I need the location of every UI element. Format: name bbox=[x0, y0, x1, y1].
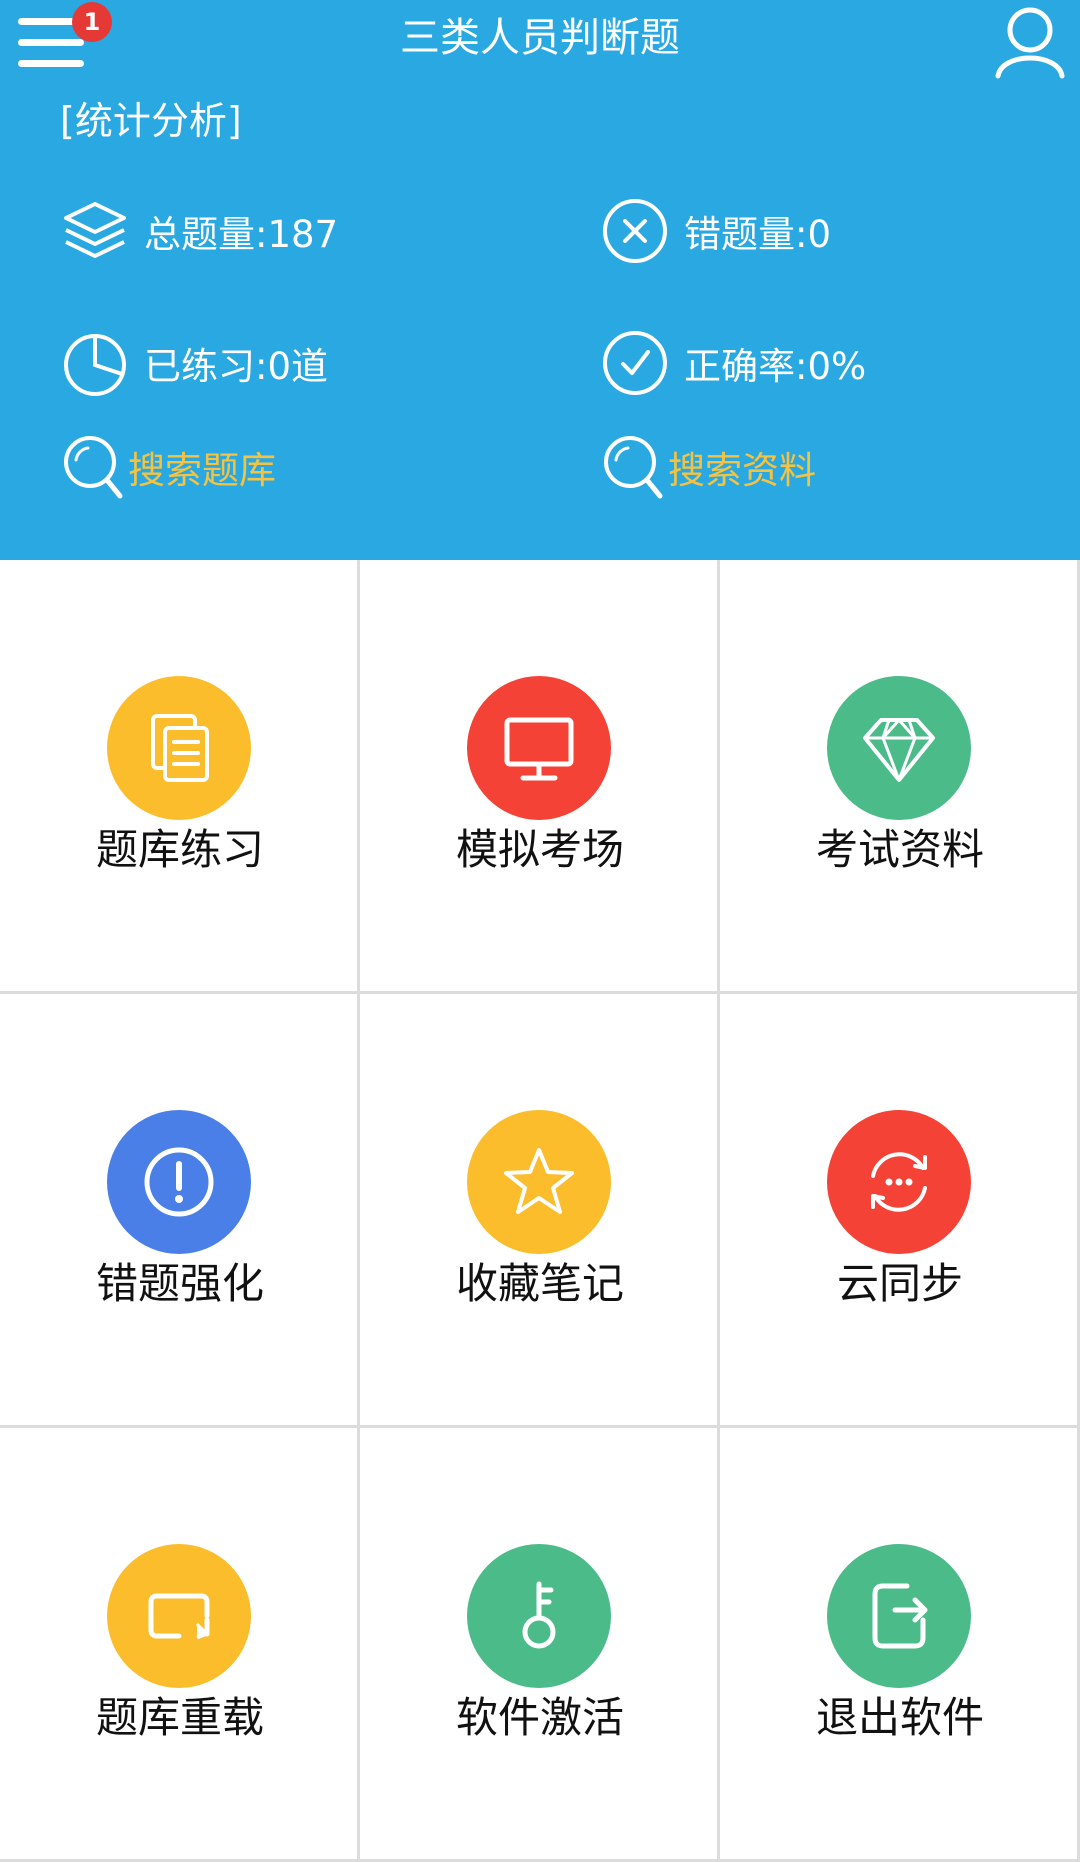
question-practice-icon-bg bbox=[107, 676, 251, 820]
search-question-bank-link[interactable]: 搜索题库 bbox=[60, 432, 276, 502]
reload-bank-icon-bg bbox=[107, 1544, 251, 1688]
search-icon bbox=[604, 436, 663, 499]
search-icon bbox=[64, 436, 123, 499]
stat-wrong-text: 错题量:0 bbox=[684, 213, 832, 256]
exit-software-label: 退出软件 bbox=[815, 1693, 984, 1742]
favorites-notes-label: 收藏笔记 bbox=[455, 1259, 624, 1308]
diamond-icon bbox=[863, 718, 935, 782]
star-icon bbox=[504, 1148, 574, 1214]
grid-item-wrong-questions[interactable]: 错题强化 bbox=[0, 994, 360, 1428]
grid-item-activate-software[interactable]: 软件激活 bbox=[360, 1428, 720, 1862]
grid-item-mock-exam[interactable]: 模拟考场 bbox=[360, 560, 720, 994]
exit-icon bbox=[872, 1583, 928, 1649]
stats-section-label: [统计分析] bbox=[60, 99, 242, 143]
wrong-questions-label: 错题强化 bbox=[95, 1259, 264, 1308]
exit-software-icon-bg bbox=[827, 1544, 971, 1688]
grid-item-exit-software[interactable]: 退出软件 bbox=[720, 1428, 1080, 1862]
sync-icon bbox=[871, 1152, 927, 1212]
stat-accuracy-text: 正确率:0% bbox=[684, 345, 867, 388]
stat-practiced-text: 已练习:0道 bbox=[144, 345, 329, 388]
monitor-icon bbox=[504, 717, 574, 781]
feature-grid: 题库练习 模拟考场 考试资料 错题强化 收藏笔记 云同步 题库重载 软件激活 退… bbox=[0, 560, 1080, 1862]
key-icon bbox=[522, 1581, 556, 1649]
check-circle-icon bbox=[603, 331, 667, 395]
grid-item-favorites-notes[interactable]: 收藏笔记 bbox=[360, 994, 720, 1428]
stat-wrong: 错题量:0 bbox=[600, 196, 831, 266]
page-title: 三类人员判断题 bbox=[400, 15, 680, 61]
header-panel: 1 三类人员判断题 [统计分析] 总题量:187 错题量:0 已练习:0道 正确… bbox=[0, 0, 1080, 560]
reload-icon bbox=[148, 1593, 210, 1640]
close-circle-icon bbox=[603, 199, 667, 263]
wrong-questions-icon-bg bbox=[107, 1110, 251, 1254]
favorites-notes-icon-bg bbox=[467, 1110, 611, 1254]
stat-total-text: 总题量:187 bbox=[144, 213, 339, 256]
exam-materials-label: 考试资料 bbox=[815, 825, 984, 874]
activate-software-icon-bg bbox=[467, 1544, 611, 1688]
stat-total: 总题量:187 bbox=[60, 196, 338, 266]
grid-item-reload-bank[interactable]: 题库重载 bbox=[0, 1428, 360, 1862]
exam-materials-icon-bg bbox=[827, 676, 971, 820]
mock-exam-icon-bg bbox=[467, 676, 611, 820]
grid-item-question-practice[interactable]: 题库练习 bbox=[0, 560, 360, 994]
cloud-sync-icon-bg bbox=[827, 1110, 971, 1254]
exclamation-icon bbox=[144, 1147, 214, 1217]
user-icon bbox=[995, 7, 1065, 79]
grid-item-cloud-sync[interactable]: 云同步 bbox=[720, 994, 1080, 1428]
activate-software-label: 软件激活 bbox=[455, 1693, 624, 1742]
search-materials-label: 搜索资料 bbox=[668, 449, 816, 492]
grid-item-exam-materials[interactable]: 考试资料 bbox=[720, 560, 1080, 994]
layers-icon bbox=[64, 202, 126, 258]
reload-bank-label: 题库重载 bbox=[95, 1693, 264, 1742]
pie-chart-icon bbox=[64, 334, 126, 396]
cloud-sync-label: 云同步 bbox=[836, 1259, 963, 1308]
documents-icon bbox=[151, 714, 209, 782]
question-practice-label: 题库练习 bbox=[95, 825, 264, 874]
mock-exam-label: 模拟考场 bbox=[455, 825, 624, 874]
search-materials-link[interactable]: 搜索资料 bbox=[600, 432, 816, 502]
stat-accuracy: 正确率:0% bbox=[600, 328, 866, 398]
stat-practiced: 已练习:0道 bbox=[60, 328, 328, 398]
search-question-bank-label: 搜索题库 bbox=[128, 449, 276, 492]
user-button[interactable] bbox=[990, 0, 1070, 80]
